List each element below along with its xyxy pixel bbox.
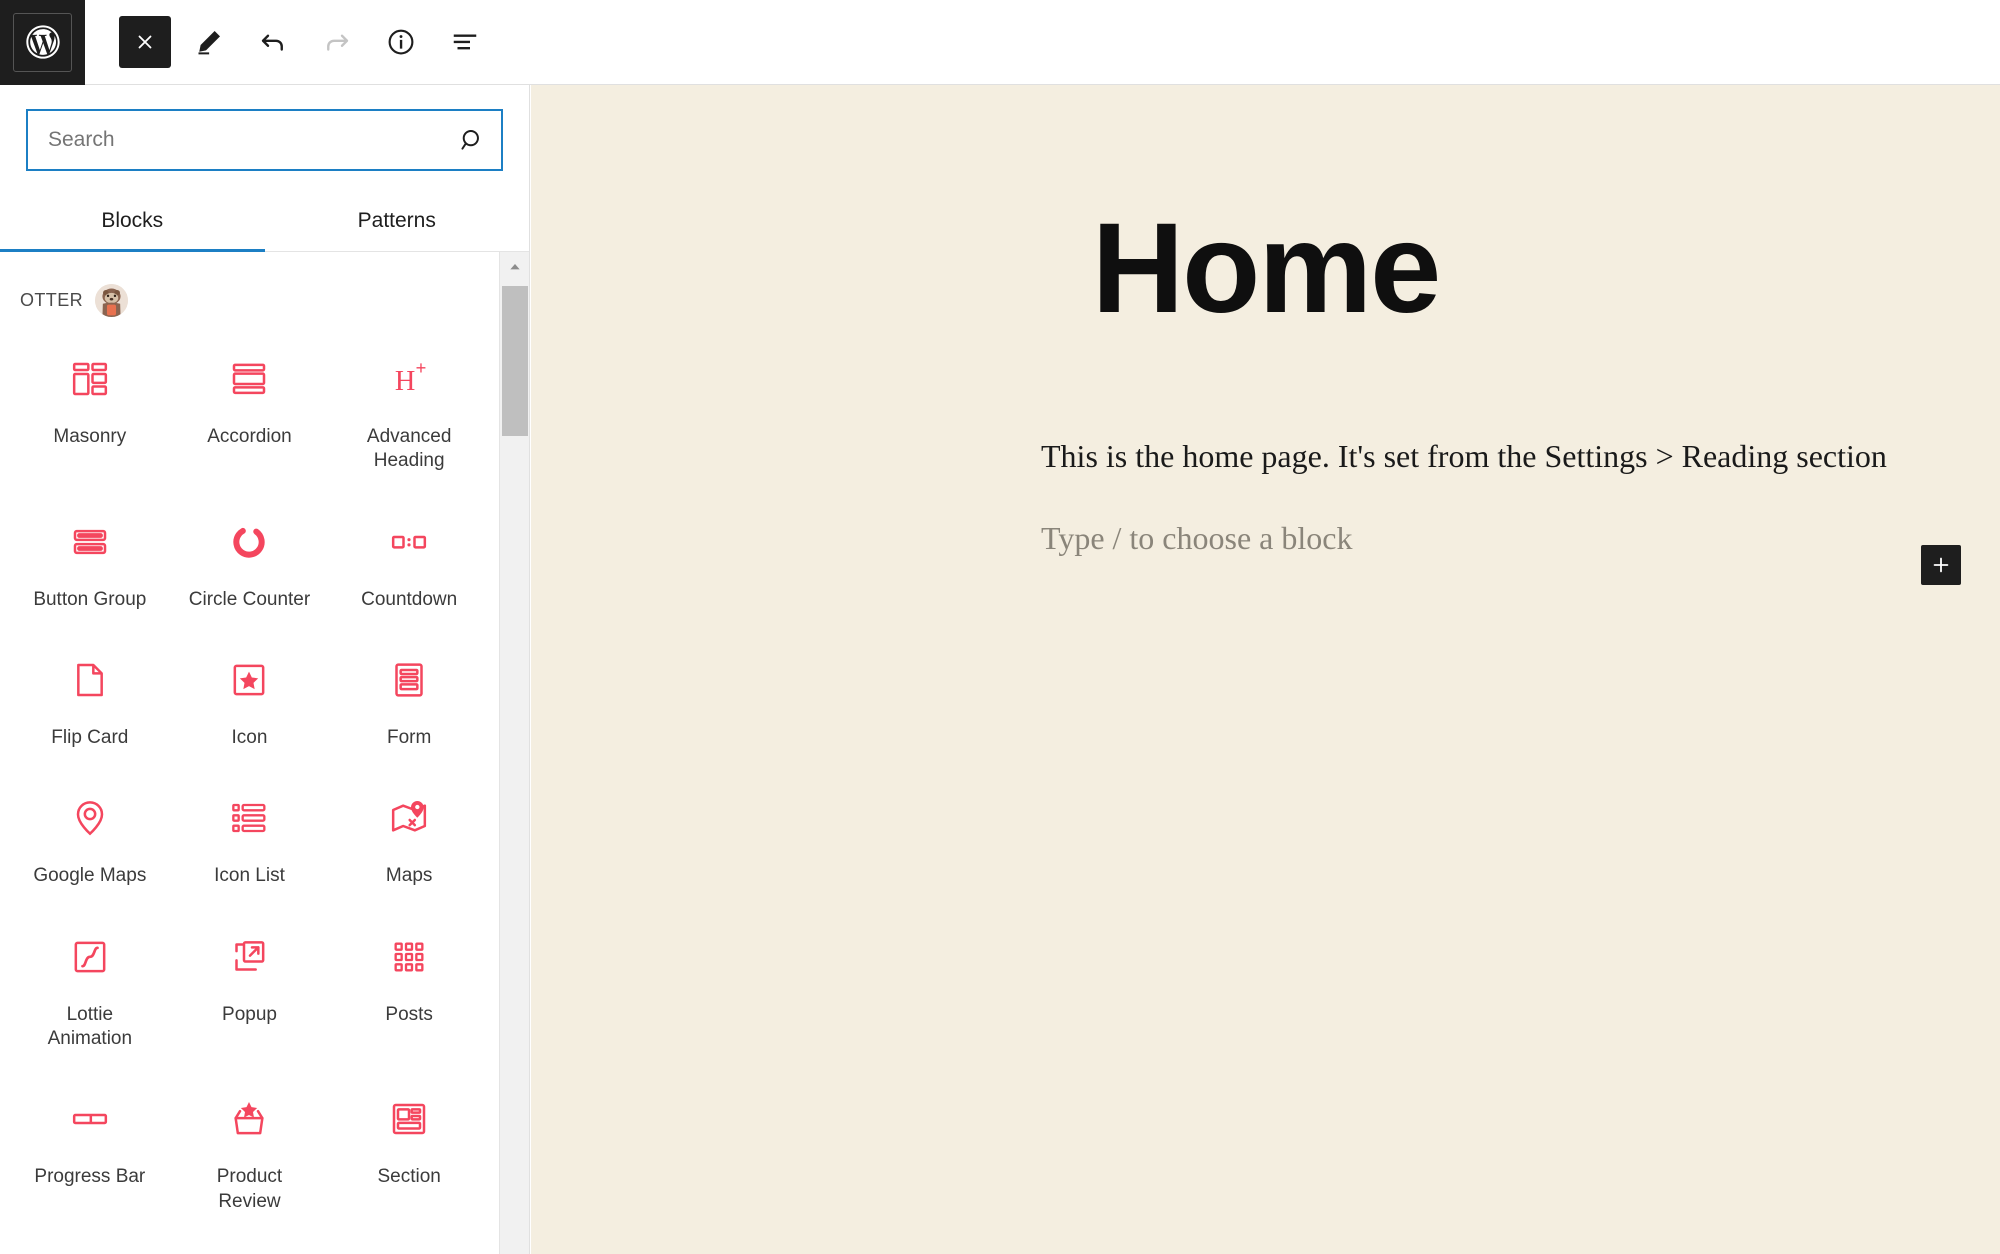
close-icon — [138, 35, 152, 49]
details-info-button[interactable] — [375, 16, 427, 68]
block-item-section[interactable]: Section — [329, 1079, 489, 1236]
editor-top-bar — [0, 0, 2000, 85]
tab-blocks[interactable]: Blocks — [0, 195, 265, 252]
map-pin-icon — [68, 796, 112, 840]
block-item-circle-counter[interactable]: Circle Counter — [170, 502, 330, 634]
search-submit-button[interactable] — [443, 111, 501, 169]
form-icon — [387, 658, 431, 702]
svg-text:+: + — [416, 359, 427, 378]
empty-block-placeholder[interactable]: Type / to choose a block — [1041, 520, 2000, 557]
block-item-icon-list[interactable]: Icon List — [170, 778, 330, 910]
circle-counter-icon — [227, 520, 271, 564]
block-grid: Masonry Accordion H + Advanced Heading B… — [0, 327, 499, 1236]
block-label: Maps — [385, 865, 433, 887]
scrollbar-up-button[interactable] — [500, 252, 529, 282]
chevron-up-icon — [510, 263, 520, 270]
add-block-button[interactable] — [1921, 545, 1961, 585]
plus-icon — [1933, 557, 1949, 573]
section-layout-icon — [387, 1097, 431, 1141]
lottie-curve-icon — [68, 935, 112, 979]
block-label: Posts — [385, 1003, 433, 1025]
wordpress-logo-button[interactable] — [0, 0, 85, 85]
block-item-popup[interactable]: Popup — [170, 917, 330, 1074]
search-area — [0, 85, 529, 171]
close-editor-button[interactable] — [119, 16, 171, 68]
block-label: Countdown — [361, 588, 458, 610]
block-item-flip-card[interactable]: Flip Card — [10, 640, 170, 772]
info-icon — [388, 29, 414, 55]
block-label: Icon List — [214, 865, 285, 887]
block-label: Circle Counter — [188, 588, 311, 610]
icon-list-icon — [227, 796, 271, 840]
block-item-maps[interactable]: Maps — [329, 778, 489, 910]
block-label: Lottie Animation — [47, 1003, 133, 1049]
block-item-form[interactable]: Form — [329, 640, 489, 772]
block-label: Icon — [231, 726, 268, 748]
svg-text:H: H — [395, 366, 415, 397]
flip-card-icon — [68, 658, 112, 702]
block-list-scroll-area: OTTER Masonry Accordion H + Advanced Hea… — [0, 252, 529, 1254]
inserter-tabs: Blocks Patterns — [0, 195, 529, 252]
page-paragraph[interactable]: This is the home page. It's set from the… — [1041, 438, 1901, 475]
scrollbar-thumb[interactable] — [502, 286, 528, 436]
block-label: Progress Bar — [34, 1166, 146, 1188]
block-label: Popup — [222, 1003, 277, 1025]
list-view-icon — [453, 34, 477, 50]
block-item-masonry[interactable]: Masonry — [10, 339, 170, 496]
block-label: Google Maps — [33, 865, 147, 887]
posts-grid-icon — [387, 935, 431, 979]
block-item-product-review[interactable]: Product Review — [170, 1079, 330, 1236]
editor-toolbar — [85, 16, 491, 68]
search-icon — [461, 130, 479, 150]
block-item-posts[interactable]: Posts — [329, 917, 489, 1074]
search-box[interactable] — [26, 109, 503, 171]
accordion-icon — [227, 357, 271, 401]
block-category-title: OTTER — [20, 290, 83, 310]
redo-icon — [327, 34, 349, 51]
wordpress-logo-frame — [13, 12, 72, 72]
block-label: Button Group — [33, 588, 147, 610]
block-item-advanced-heading[interactable]: H + Advanced Heading — [329, 339, 489, 496]
inserter-scrollbar[interactable] — [499, 252, 529, 1254]
block-label: Accordion — [207, 426, 292, 447]
block-item-accordion[interactable]: Accordion — [170, 339, 330, 496]
block-item-button-group[interactable]: Button Group — [10, 502, 170, 634]
block-item-google-maps[interactable]: Google Maps — [10, 778, 170, 910]
block-item-progress-bar[interactable]: Progress Bar — [10, 1079, 170, 1236]
block-label: Flip Card — [51, 726, 129, 748]
editor-canvas[interactable]: Home This is the home page. It's set fro… — [531, 85, 2000, 1254]
product-review-icon — [227, 1097, 271, 1141]
block-label: Section — [377, 1166, 441, 1188]
undo-button[interactable] — [247, 16, 299, 68]
undo-icon — [261, 34, 283, 51]
popup-external-icon — [227, 935, 271, 979]
block-inserter-panel: Blocks Patterns OTTER — [0, 85, 530, 1254]
block-label: Masonry — [53, 426, 127, 447]
block-item-countdown[interactable]: Countdown — [329, 502, 489, 634]
block-label: Form — [387, 726, 432, 748]
page-title[interactable]: Home — [531, 205, 2000, 333]
block-label: Advanced Heading — [366, 426, 452, 472]
block-label: Product Review — [216, 1166, 283, 1212]
star-square-icon — [227, 658, 271, 702]
pencil-icon — [198, 31, 220, 55]
button-group-icon — [68, 520, 112, 564]
block-item-icon[interactable]: Icon — [170, 640, 330, 772]
masonry-icon — [68, 357, 112, 401]
tab-patterns[interactable]: Patterns — [265, 195, 530, 251]
edit-tool-button[interactable] — [183, 16, 235, 68]
countdown-icon — [387, 520, 431, 564]
list-view-button[interactable] — [439, 16, 491, 68]
otter-mascot-icon — [95, 284, 128, 317]
block-item-lottie-animation[interactable]: Lottie Animation — [10, 917, 170, 1074]
redo-button[interactable] — [311, 16, 363, 68]
progress-bar-icon — [68, 1097, 112, 1141]
wordpress-icon — [25, 25, 60, 59]
advanced-heading-icon: H + — [387, 357, 431, 401]
search-input[interactable] — [28, 111, 443, 169]
folded-map-icon — [387, 796, 431, 840]
block-category-header: OTTER — [0, 252, 499, 327]
